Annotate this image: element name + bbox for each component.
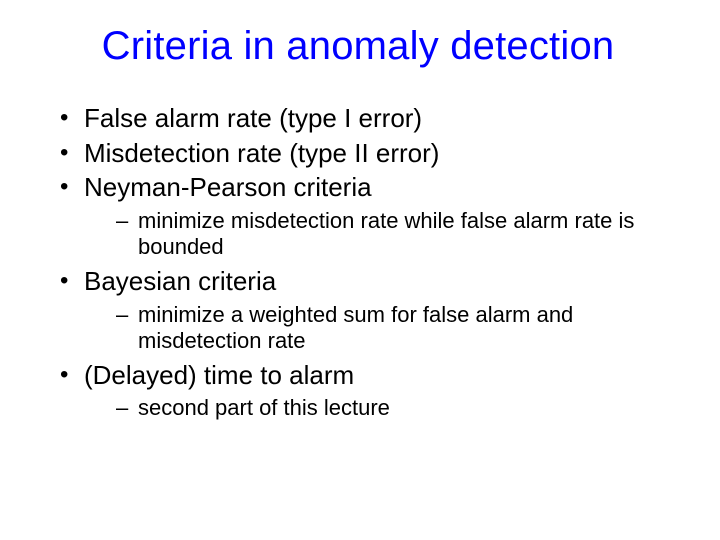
- sub-list-item: second part of this lecture: [116, 395, 680, 421]
- bullet-text: Neyman-Pearson criteria: [84, 172, 372, 202]
- sub-list-item: minimize a weighted sum for false alarm …: [116, 302, 680, 354]
- sub-bullet-text: minimize misdetection rate while false a…: [138, 208, 634, 259]
- bullet-text: Misdetection rate (type II error): [84, 138, 439, 168]
- list-item: Bayesian criteria minimize a weighted su…: [60, 266, 680, 354]
- bullet-text: (Delayed) time to alarm: [84, 360, 354, 390]
- list-item: (Delayed) time to alarm second part of t…: [60, 360, 680, 422]
- slide-title: Criteria in anomaly detection: [36, 24, 680, 69]
- sub-list-item: minimize misdetection rate while false a…: [116, 208, 680, 260]
- bullet-text: False alarm rate (type I error): [84, 103, 422, 133]
- bullet-list: False alarm rate (type I error) Misdetec…: [36, 103, 680, 421]
- sub-list: minimize misdetection rate while false a…: [84, 208, 680, 260]
- sub-bullet-text: second part of this lecture: [138, 395, 390, 420]
- sub-list: second part of this lecture: [84, 395, 680, 421]
- list-item: Neyman-Pearson criteria minimize misdete…: [60, 172, 680, 260]
- list-item: Misdetection rate (type II error): [60, 138, 680, 170]
- bullet-text: Bayesian criteria: [84, 266, 276, 296]
- list-item: False alarm rate (type I error): [60, 103, 680, 135]
- sub-bullet-text: minimize a weighted sum for false alarm …: [138, 302, 573, 353]
- sub-list: minimize a weighted sum for false alarm …: [84, 302, 680, 354]
